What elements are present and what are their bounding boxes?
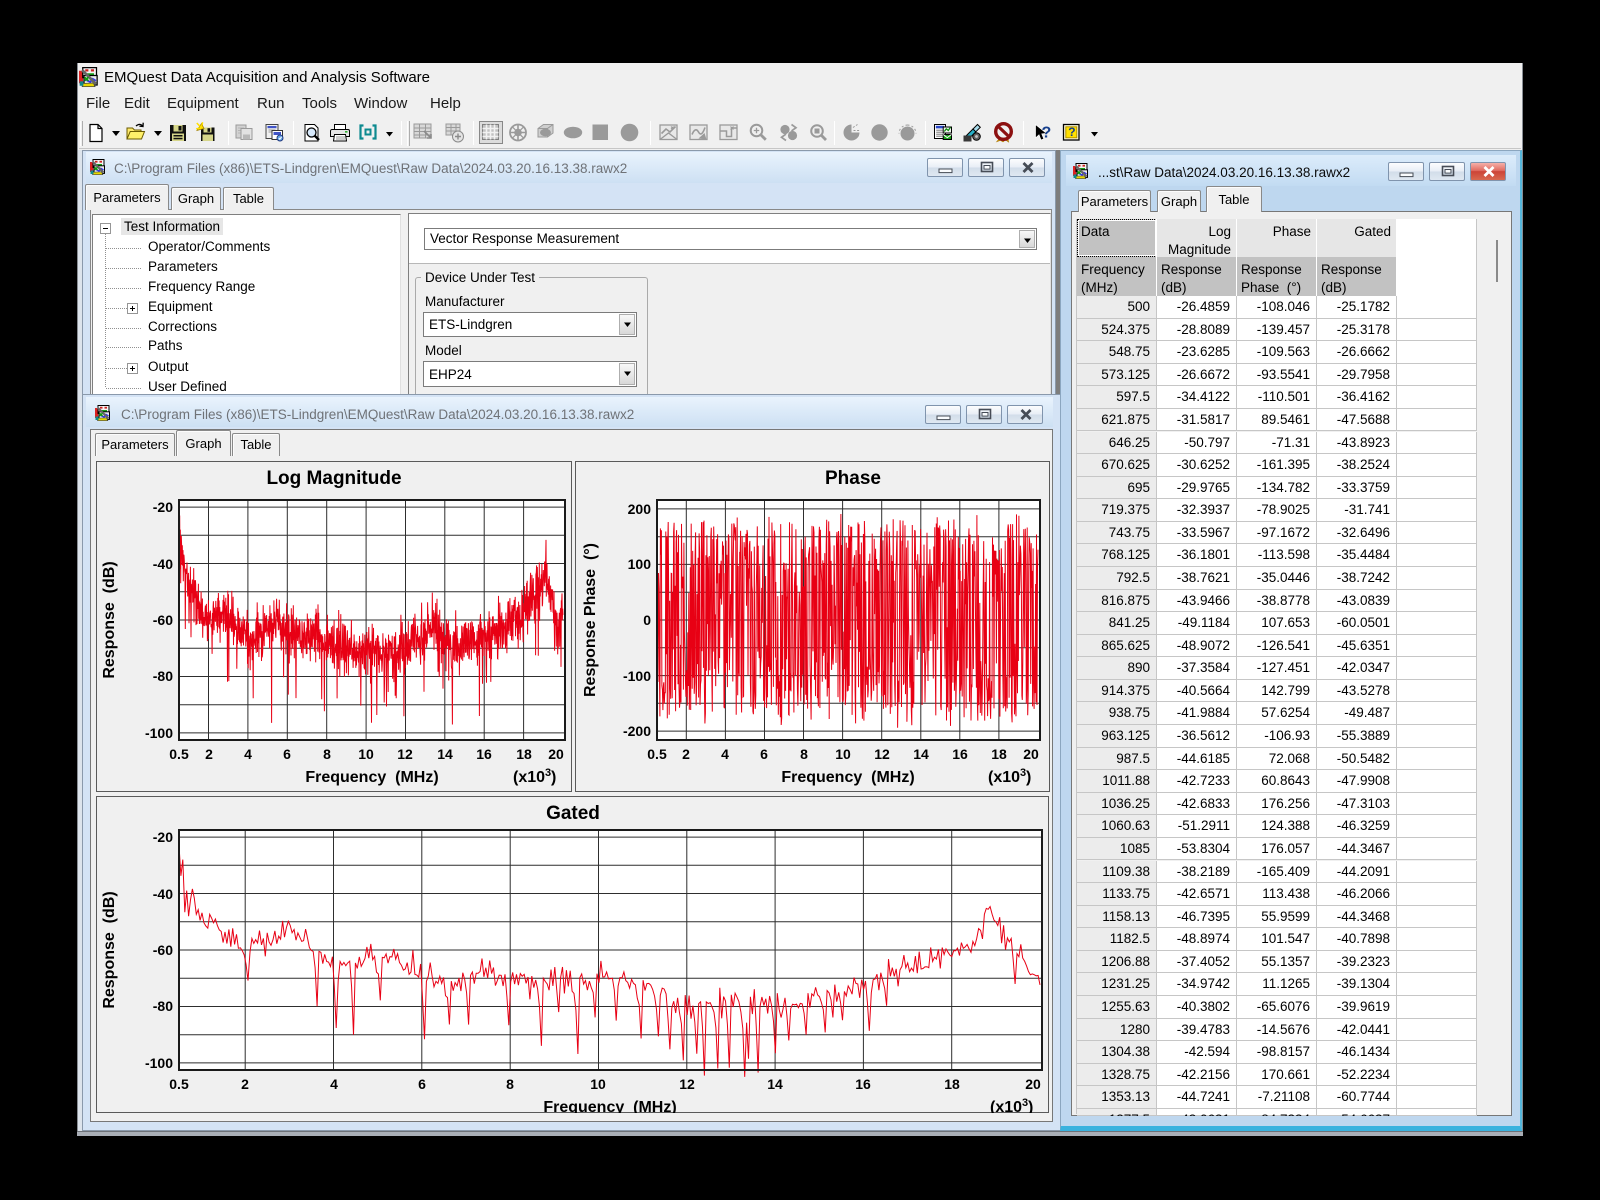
svg-text:-80: -80 [153,998,173,1014]
svg-text:4: 4 [330,1076,338,1092]
svg-text:-40: -40 [153,556,173,572]
svg-text:0.5: 0.5 [169,746,189,762]
svg-text:): ) [1028,1099,1033,1113]
svg-text:Gated: Gated [546,803,600,824]
svg-text:14: 14 [913,746,929,762]
svg-text:10: 10 [358,746,374,762]
svg-text:20: 20 [1023,746,1039,762]
svg-text:14: 14 [437,746,453,762]
svg-text:100: 100 [628,556,652,572]
svg-text:Response Phase (°): Response Phase (°) [582,543,599,697]
svg-text:10: 10 [590,1076,606,1092]
svg-text:8: 8 [506,1076,514,1092]
svg-text:?: ? [1042,125,1052,142]
svg-text:2: 2 [205,746,213,762]
svg-text:2: 2 [682,746,690,762]
svg-text:-100: -100 [623,668,651,684]
svg-text:10: 10 [835,746,851,762]
svg-text:-40: -40 [153,886,173,902]
svg-text:200: 200 [628,501,652,517]
svg-text:-100: -100 [145,1055,173,1071]
svg-text:12: 12 [679,1076,695,1092]
svg-text:14: 14 [767,1076,783,1092]
svg-text:20: 20 [1025,1076,1041,1092]
svg-text:6: 6 [418,1076,426,1092]
svg-text:4: 4 [244,746,252,762]
svg-text:Frequency (MHz): Frequency (MHz) [305,769,438,786]
svg-text:16: 16 [952,746,968,762]
svg-text:20: 20 [548,746,564,762]
svg-text:-60: -60 [153,612,173,628]
svg-text:8: 8 [800,746,808,762]
svg-text:-60: -60 [153,942,173,958]
svg-text:-20: -20 [153,829,173,845]
svg-text:Log Magnitude: Log Magnitude [266,468,401,489]
svg-text:-200: -200 [623,723,651,739]
svg-text:0.5: 0.5 [647,746,667,762]
svg-text:): ) [551,769,556,786]
svg-text:Frequency (MHz): Frequency (MHz) [543,1099,676,1113]
svg-text:(x10: (x10 [990,1099,1022,1113]
svg-text:-100: -100 [145,725,173,741]
svg-text:0.5: 0.5 [169,1076,189,1092]
svg-text:6: 6 [283,746,291,762]
svg-text:?: ? [1068,125,1075,139]
svg-text:16: 16 [855,1076,871,1092]
svg-text:(x10: (x10 [988,769,1020,786]
svg-text:18: 18 [944,1076,960,1092]
svg-text:): ) [1026,769,1031,786]
svg-text:12: 12 [874,746,890,762]
svg-text:12: 12 [397,746,413,762]
svg-text:0: 0 [643,612,651,628]
svg-text:16: 16 [476,746,492,762]
svg-text:18: 18 [516,746,532,762]
svg-text:Response (dB): Response (dB) [101,891,118,1008]
svg-text:8: 8 [323,746,331,762]
svg-text:-20: -20 [153,499,173,515]
svg-text:(x10: (x10 [513,769,545,786]
svg-text:-80: -80 [153,668,173,684]
svg-text:Frequency (MHz): Frequency (MHz) [781,769,914,786]
svg-text:18: 18 [991,746,1007,762]
svg-text:6: 6 [760,746,768,762]
svg-text:4: 4 [721,746,729,762]
svg-text:Response (dB): Response (dB) [101,561,118,678]
svg-text:2: 2 [241,1076,249,1092]
svg-text:Phase: Phase [825,468,881,489]
